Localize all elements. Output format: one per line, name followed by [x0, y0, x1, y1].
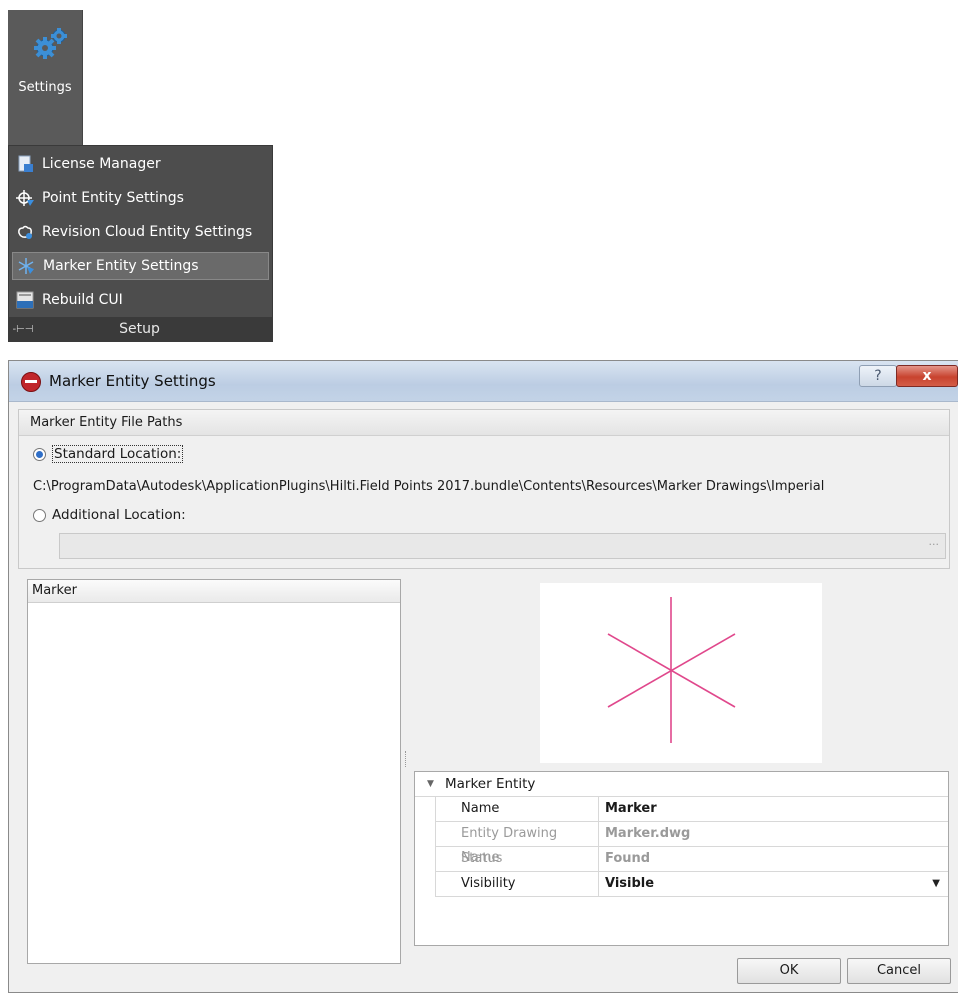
additional-location-input[interactable]: ···: [59, 533, 946, 559]
property-row-status: Status Found: [435, 847, 948, 872]
menu-item-label: License Manager: [42, 156, 161, 172]
help-button[interactable]: ?: [859, 365, 897, 387]
menu-item-rebuild-cui[interactable]: Rebuild CUI: [12, 286, 269, 314]
dialog-title: Marker Entity Settings: [49, 372, 216, 390]
menu-item-label: Marker Entity Settings: [43, 258, 199, 274]
ribbon-panel-footer: -⊢⊣ Setup: [9, 317, 272, 341]
radio-unchecked[interactable]: [33, 508, 46, 522]
property-grid: ▼ Marker Entity Name Marker Entity Drawi…: [414, 771, 949, 946]
marker-column-header[interactable]: Marker: [28, 580, 400, 603]
revision-cloud-icon: [18, 225, 32, 239]
close-button[interactable]: x: [896, 365, 958, 387]
standard-location-label: Standard Location:: [52, 445, 184, 463]
visibility-select[interactable]: Visible ▼: [599, 872, 948, 896]
marker-list[interactable]: Marker: [27, 579, 401, 964]
menu-item-label: Revision Cloud Entity Settings: [42, 224, 253, 240]
menu-item-label: Point Entity Settings: [42, 190, 184, 206]
dropdown-arrow-icon[interactable]: ▼: [932, 872, 940, 896]
menu-item-license-manager[interactable]: License Manager: [12, 150, 269, 178]
pin-icon[interactable]: -⊢⊣: [9, 324, 37, 335]
marker-preview: [540, 583, 822, 763]
file-paths-header: Marker Entity File Paths: [19, 410, 949, 436]
menu-item-point-entity-settings[interactable]: Point Entity Settings: [12, 184, 269, 212]
property-row-visibility[interactable]: Visibility Visible ▼: [435, 872, 948, 897]
ok-button[interactable]: OK: [737, 958, 841, 984]
collapse-arrow-icon[interactable]: ▼: [427, 772, 434, 796]
property-value: Found: [605, 851, 651, 866]
property-value[interactable]: Marker: [599, 797, 948, 821]
settings-ribbon-button[interactable]: Settings: [8, 10, 83, 145]
category-label: Marker Entity: [445, 776, 536, 792]
property-row-entity-drawing-name: Entity Drawing Name Marker.dwg: [435, 822, 948, 865]
marker-preview-icon: [607, 597, 736, 743]
menu-item-marker-entity-settings[interactable]: Marker Entity Settings: [12, 252, 269, 280]
property-name: Entity Drawing Name: [436, 822, 599, 865]
document-icon: [18, 155, 33, 172]
additional-location-radio[interactable]: Additional Location:: [33, 507, 186, 523]
cui-icon: [16, 291, 34, 309]
splitter-handle[interactable]: [405, 751, 409, 767]
menu-item-revision-cloud-entity-settings[interactable]: Revision Cloud Entity Settings: [12, 218, 269, 246]
property-name: Visibility: [436, 872, 599, 896]
standard-location-path: C:\ProgramData\Autodesk\ApplicationPlugi…: [33, 479, 825, 494]
property-category[interactable]: ▼ Marker Entity: [415, 772, 948, 797]
hilti-app-icon: [21, 372, 41, 392]
marker-icon: [18, 258, 34, 274]
cancel-button[interactable]: Cancel: [847, 958, 951, 984]
radio-checked[interactable]: [33, 447, 46, 461]
additional-location-label: Additional Location:: [52, 507, 186, 523]
browse-button[interactable]: ···: [929, 538, 940, 551]
panel-title: Setup: [119, 321, 160, 337]
property-value: Marker.dwg: [605, 826, 691, 841]
point-entity-icon: [16, 190, 34, 206]
property-value: Visible: [605, 876, 655, 891]
marker-entity-settings-dialog: Marker Entity Settings ? x Marker Entity…: [8, 360, 958, 993]
property-row-name[interactable]: Name Marker: [435, 797, 948, 822]
property-name: Name: [436, 797, 599, 821]
standard-location-radio[interactable]: Standard Location:: [33, 445, 184, 463]
property-name: Status: [436, 847, 599, 871]
gear-icon: [34, 28, 67, 59]
menu-item-label: Rebuild CUI: [42, 292, 123, 308]
settings-dropdown-menu: License Manager Point Entity Settings Re…: [8, 145, 273, 342]
settings-label: Settings: [18, 80, 72, 95]
dialog-titlebar[interactable]: Marker Entity Settings ? x: [9, 361, 958, 402]
